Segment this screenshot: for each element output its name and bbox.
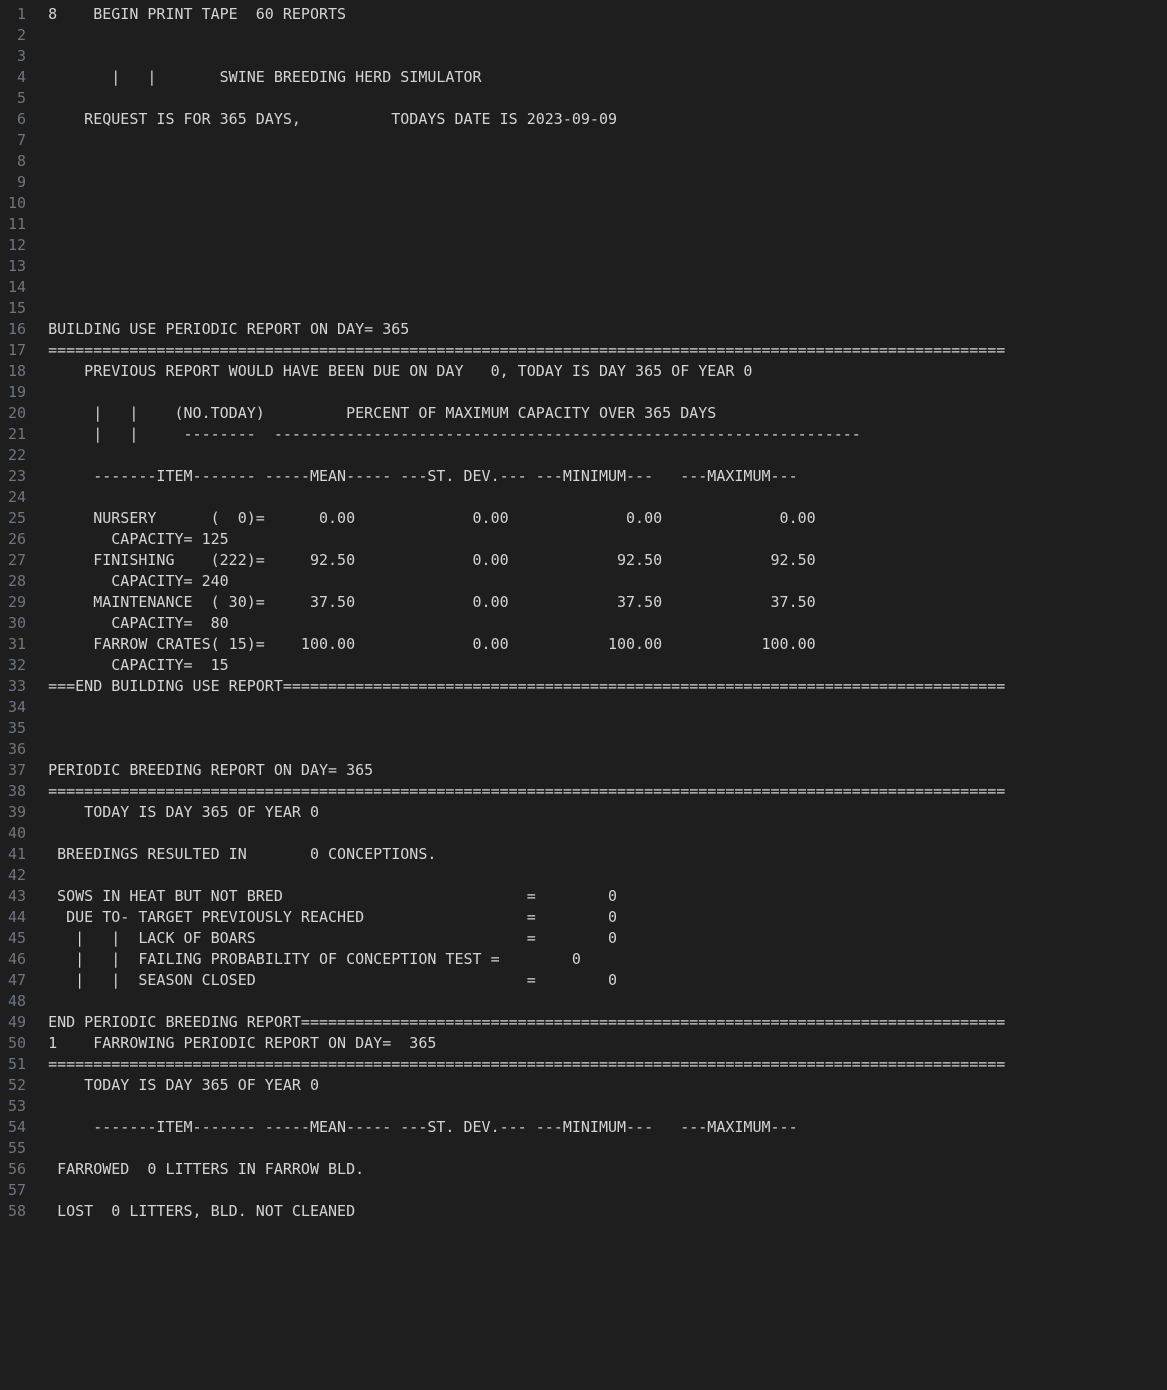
- code-line: [48, 46, 1167, 67]
- code-line: DUE TO- TARGET PREVIOUSLY REACHED = 0: [48, 907, 1167, 928]
- code-line: ========================================…: [48, 340, 1167, 361]
- code-line: [48, 718, 1167, 739]
- code-line: CAPACITY= 125: [48, 529, 1167, 550]
- code-line: ===END BUILDING USE REPORT==============…: [48, 676, 1167, 697]
- code-line: -------ITEM------- -----MEAN----- ---ST.…: [48, 1117, 1167, 1138]
- code-line: [48, 1096, 1167, 1117]
- code-pane[interactable]: 8 BEGIN PRINT TAPE 60 REPORTS | | SWINE …: [36, 0, 1167, 1390]
- code-line: -------ITEM------- -----MEAN----- ---ST.…: [48, 466, 1167, 487]
- code-line: [48, 487, 1167, 508]
- code-line: [48, 256, 1167, 277]
- code-line: [48, 445, 1167, 466]
- code-line: [48, 88, 1167, 109]
- code-line: [48, 1180, 1167, 1201]
- code-line: [48, 151, 1167, 172]
- code-line: | | LACK OF BOARS = 0: [48, 928, 1167, 949]
- code-line: [48, 823, 1167, 844]
- code-line: [48, 172, 1167, 193]
- code-line: BUILDING USE PERIODIC REPORT ON DAY= 365: [48, 319, 1167, 340]
- code-line: CAPACITY= 15: [48, 655, 1167, 676]
- code-line: [48, 25, 1167, 46]
- code-line: CAPACITY= 80: [48, 613, 1167, 634]
- code-line: FINISHING (222)= 92.50 0.00 92.50 92.50: [48, 550, 1167, 571]
- code-line: LOST 0 LITTERS, BLD. NOT CLEANED: [48, 1201, 1167, 1222]
- code-line: NURSERY ( 0)= 0.00 0.00 0.00 0.00: [48, 508, 1167, 529]
- code-line: [48, 214, 1167, 235]
- line-number-gutter: 1 2 3 4 5 6 7 8 9 10 11 12 13 14 15 16 1…: [0, 0, 36, 1390]
- code-line: [48, 382, 1167, 403]
- code-line: REQUEST IS FOR 365 DAYS, TODAYS DATE IS …: [48, 109, 1167, 130]
- code-line: MAINTENANCE ( 30)= 37.50 0.00 37.50 37.5…: [48, 592, 1167, 613]
- code-line: FARROW CRATES( 15)= 100.00 0.00 100.00 1…: [48, 634, 1167, 655]
- code-line: [48, 130, 1167, 151]
- code-line: [48, 739, 1167, 760]
- code-editor[interactable]: 1 2 3 4 5 6 7 8 9 10 11 12 13 14 15 16 1…: [0, 0, 1167, 1390]
- code-line: [48, 193, 1167, 214]
- code-line: END PERIODIC BREEDING REPORT============…: [48, 1012, 1167, 1033]
- code-line: PREVIOUS REPORT WOULD HAVE BEEN DUE ON D…: [48, 361, 1167, 382]
- code-line: BREEDINGS RESULTED IN 0 CONCEPTIONS.: [48, 844, 1167, 865]
- code-line: ========================================…: [48, 781, 1167, 802]
- code-line: | | FAILING PROBABILITY OF CONCEPTION TE…: [48, 949, 1167, 970]
- code-line: SOWS IN HEAT BUT NOT BRED = 0: [48, 886, 1167, 907]
- code-line: [48, 277, 1167, 298]
- code-line: | | (NO.TODAY) PERCENT OF MAXIMUM CAPACI…: [48, 403, 1167, 424]
- code-line: TODAY IS DAY 365 OF YEAR 0: [48, 1075, 1167, 1096]
- code-line: ========================================…: [48, 1054, 1167, 1075]
- code-line: 8 BEGIN PRINT TAPE 60 REPORTS: [48, 4, 1167, 25]
- code-line: FARROWED 0 LITTERS IN FARROW BLD.: [48, 1159, 1167, 1180]
- code-line: [48, 1138, 1167, 1159]
- code-line: | | SWINE BREEDING HERD SIMULATOR: [48, 67, 1167, 88]
- code-line: [48, 298, 1167, 319]
- code-line: [48, 865, 1167, 886]
- code-line: CAPACITY= 240: [48, 571, 1167, 592]
- code-line: | | SEASON CLOSED = 0: [48, 970, 1167, 991]
- code-line: [48, 697, 1167, 718]
- code-line: 1 FARROWING PERIODIC REPORT ON DAY= 365: [48, 1033, 1167, 1054]
- code-line: PERIODIC BREEDING REPORT ON DAY= 365: [48, 760, 1167, 781]
- code-line: [48, 235, 1167, 256]
- code-line: TODAY IS DAY 365 OF YEAR 0: [48, 802, 1167, 823]
- code-line: [48, 991, 1167, 1012]
- code-line: | | -------- ---------------------------…: [48, 424, 1167, 445]
